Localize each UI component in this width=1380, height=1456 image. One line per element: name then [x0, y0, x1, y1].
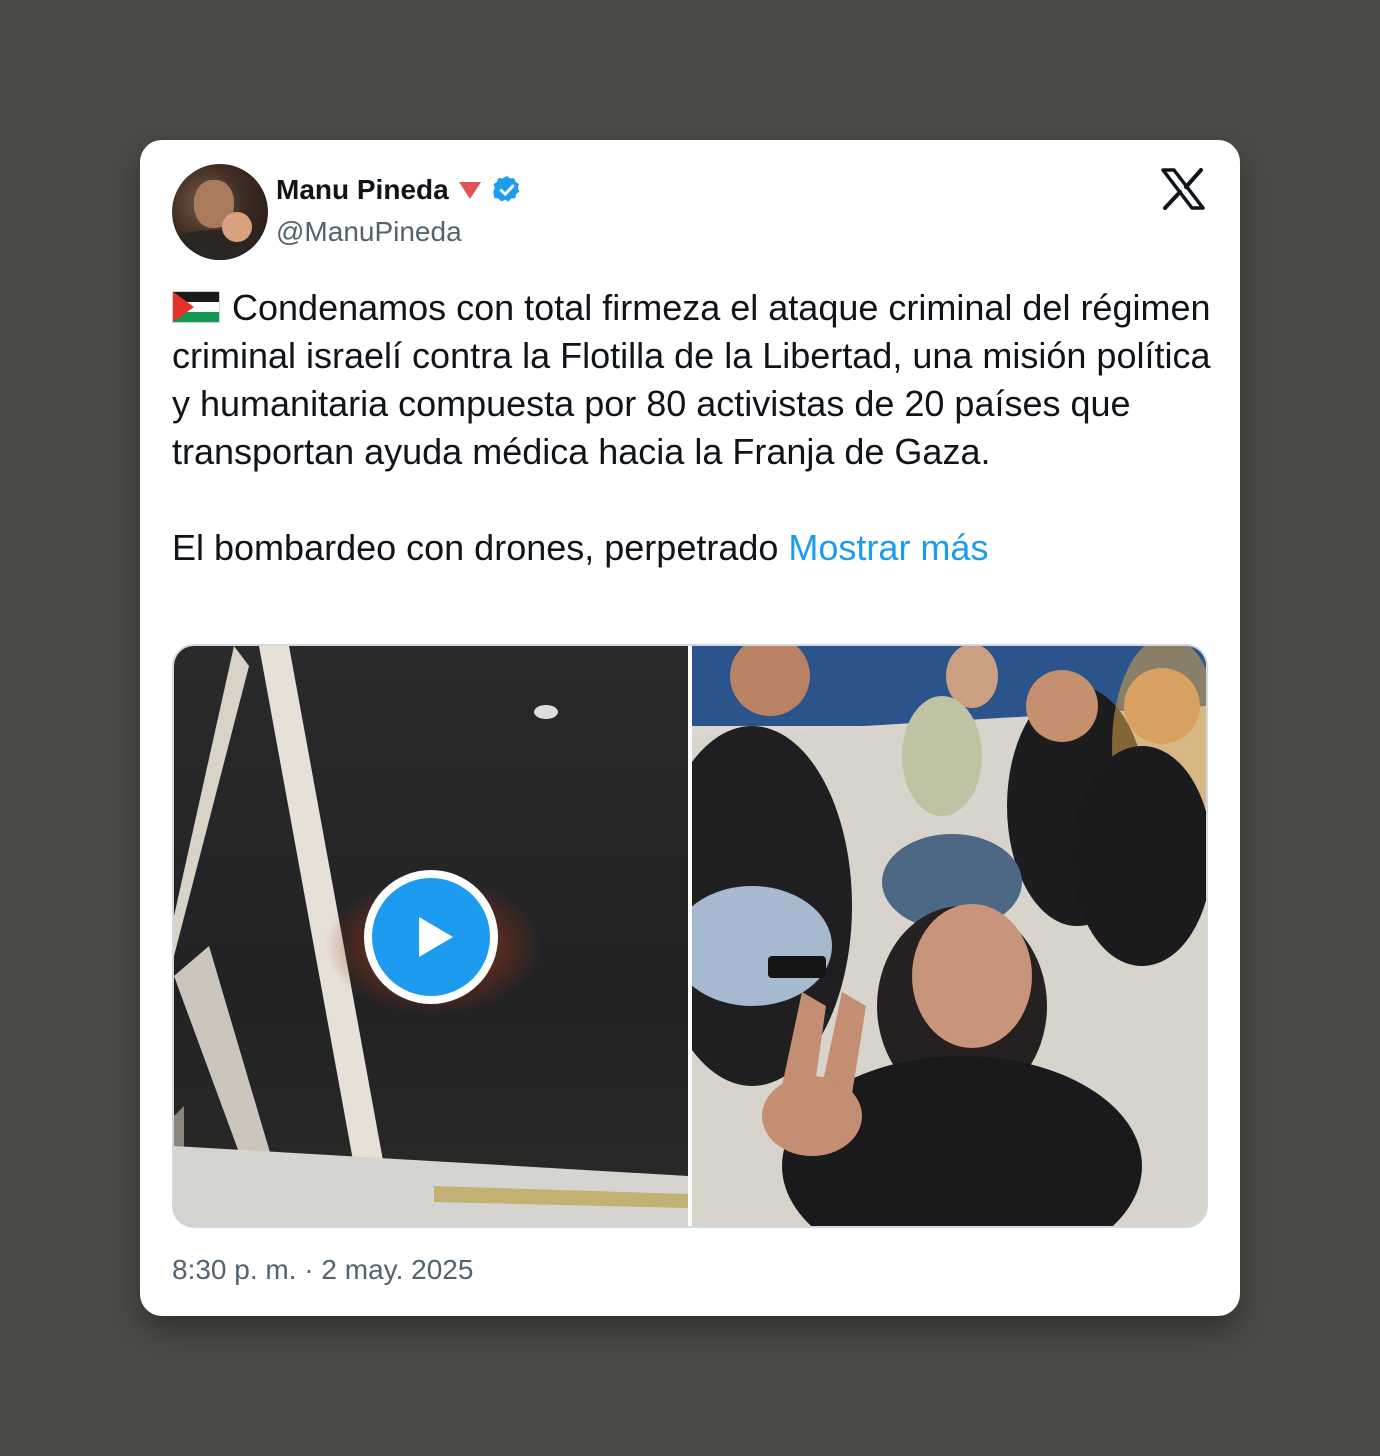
- tweet-timestamp[interactable]: 8:30 p. m. · 2 may. 2025: [172, 1254, 473, 1286]
- video-thumbnail[interactable]: [174, 646, 688, 1226]
- tweet-paragraph-1: Condenamos con total firmeza el ataque c…: [172, 284, 1212, 476]
- tweet-paragraph-2: El bombardeo con drones, perpetrado Most…: [172, 524, 1212, 572]
- x-logo-icon[interactable]: [1160, 168, 1206, 210]
- tweet-paragraph-1-text: Condenamos con total firmeza el ataque c…: [172, 287, 1211, 472]
- author-name-row: Manu Pineda: [276, 170, 523, 210]
- play-icon: [419, 917, 453, 957]
- palestine-flag-icon: [172, 287, 220, 323]
- play-button[interactable]: [364, 870, 498, 1004]
- verified-badge-icon: [491, 174, 523, 206]
- author-name[interactable]: Manu Pineda: [276, 174, 449, 206]
- author-handle[interactable]: @ManuPineda: [276, 216, 462, 248]
- photo-thumbnail[interactable]: [692, 646, 1206, 1226]
- avatar[interactable]: [172, 164, 268, 260]
- tweet-paragraph-2-text: El bombardeo con drones, perpetrado: [172, 527, 779, 568]
- media-grid: [172, 644, 1208, 1228]
- red-triangle-icon: [457, 179, 483, 201]
- tweet-text: Condenamos con total firmeza el ataque c…: [172, 284, 1212, 572]
- show-more-link[interactable]: Mostrar más: [788, 527, 988, 568]
- tweet-card: Manu Pineda @ManuPineda Condenamos con t…: [140, 140, 1240, 1316]
